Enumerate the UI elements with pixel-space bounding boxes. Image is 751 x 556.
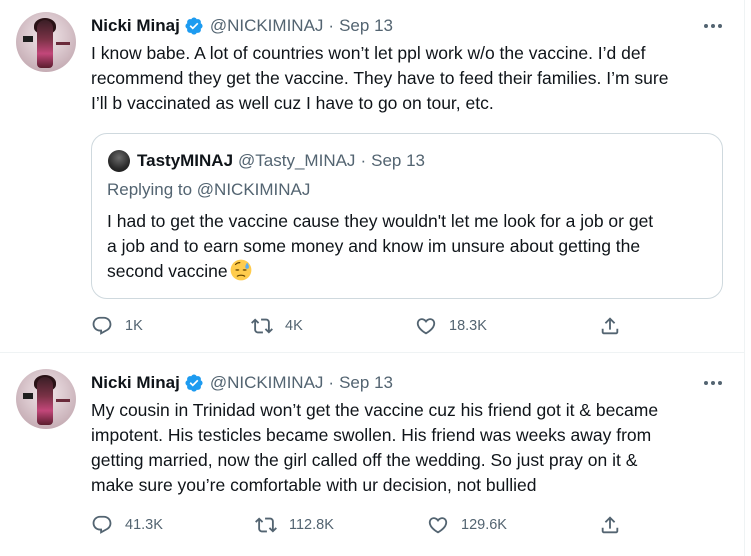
tweet-actions: 1K 4K 18.3K: [91, 314, 651, 338]
tweet-text-line: recommend they get the vaccine. They hav…: [91, 68, 669, 88]
tweet-header: Nicki Minaj @NICKIMINAJ · Sep 13: [91, 371, 393, 395]
downcast-face-with-sweat-icon: [230, 259, 252, 281]
heart-icon: [416, 318, 436, 335]
share-button[interactable]: [599, 513, 633, 537]
quoted-text-line: second vaccine: [107, 261, 228, 281]
quoted-author-handle[interactable]: @Tasty_MINAJ: [238, 151, 355, 171]
tweet-text-line: I know babe. A lot of countries won’t le…: [91, 43, 646, 63]
share-icon: [601, 317, 619, 335]
reply-count: 1K: [125, 318, 143, 334]
replying-to-label: Replying to: [107, 180, 197, 199]
retweet-count: 112.8K: [289, 517, 334, 533]
like-count: 129.6K: [461, 517, 507, 533]
reply-count: 41.3K: [125, 517, 163, 533]
quoted-text-line: a job and to earn some money and know im…: [107, 236, 641, 256]
quoted-tweet[interactable]: TastyMINAJ @Tasty_MINAJ · Sep 13 Replyin…: [91, 133, 723, 299]
more-options-icon[interactable]: [699, 373, 727, 393]
reply-icon: [92, 515, 112, 534]
tweet-text-line: impotent. His testicles became swollen. …: [91, 425, 652, 445]
tweet-text-line: I’ll b vaccinated as well cuz I have to …: [91, 93, 494, 113]
author-name[interactable]: Nicki Minaj: [91, 373, 180, 393]
tweet-date[interactable]: Sep 13: [339, 373, 393, 393]
verified-badge-icon: [185, 374, 203, 392]
retweet-count: 4K: [285, 318, 303, 334]
replying-to-mention[interactable]: @NICKIMINAJ: [197, 180, 311, 199]
reply-button[interactable]: 41.3K: [91, 513, 163, 537]
tweet[interactable]: Nicki Minaj @NICKIMINAJ · Sep 13 My cous…: [0, 353, 745, 556]
author-handle[interactable]: @NICKIMINAJ: [210, 16, 324, 36]
retweet-button[interactable]: 4K: [251, 314, 303, 338]
author-name[interactable]: Nicki Minaj: [91, 16, 180, 36]
quoted-tweet-date[interactable]: Sep 13: [371, 151, 425, 171]
timeline-border: [744, 0, 745, 556]
quoted-text-line: I had to get the vaccine cause they woul…: [107, 211, 654, 231]
share-button[interactable]: [599, 314, 633, 338]
heart-icon: [428, 517, 448, 534]
tweet-text: My cousin in Trinidad won’t get the vacc…: [91, 398, 721, 498]
tweet-text-line: getting married, now the girl called off…: [91, 450, 638, 470]
tweet-text-line: My cousin in Trinidad won’t get the vacc…: [91, 400, 659, 420]
author-avatar[interactable]: [16, 12, 76, 72]
separator-dot: ·: [360, 151, 367, 170]
quoted-tweet-header: TastyMINAJ @Tasty_MINAJ · Sep 13: [137, 150, 425, 172]
share-icon: [601, 516, 619, 534]
like-button[interactable]: 18.3K: [415, 314, 487, 338]
tweet[interactable]: Nicki Minaj @NICKIMINAJ · Sep 13 I know …: [0, 0, 745, 352]
retweet-icon: [255, 517, 277, 533]
retweet-icon: [251, 318, 273, 334]
reply-button[interactable]: 1K: [91, 314, 143, 338]
verified-badge-icon: [185, 17, 203, 35]
separator-dot: ·: [328, 16, 335, 35]
author-handle[interactable]: @NICKIMINAJ: [210, 373, 324, 393]
reply-icon: [92, 316, 112, 335]
replying-to: Replying to @NICKIMINAJ: [107, 180, 310, 200]
tweet-text: I know babe. A lot of countries won’t le…: [91, 41, 721, 116]
retweet-button[interactable]: 112.8K: [255, 513, 334, 537]
tweet-date[interactable]: Sep 13: [339, 16, 393, 36]
separator-dot: ·: [328, 373, 335, 392]
quoted-tweet-text: I had to get the vaccine cause they woul…: [107, 209, 707, 284]
more-options-icon[interactable]: [699, 16, 727, 36]
tweet-actions: 41.3K 112.8K 129.6K: [91, 513, 651, 537]
quoted-author-avatar[interactable]: [108, 150, 130, 172]
author-avatar[interactable]: [16, 369, 76, 429]
tweet-text-line: make sure you’re comfortable with ur dec…: [91, 475, 537, 495]
like-count: 18.3K: [449, 318, 487, 334]
quoted-author-name[interactable]: TastyMINAJ: [137, 151, 233, 171]
tweet-header: Nicki Minaj @NICKIMINAJ · Sep 13: [91, 14, 393, 38]
like-button[interactable]: 129.6K: [427, 513, 507, 537]
